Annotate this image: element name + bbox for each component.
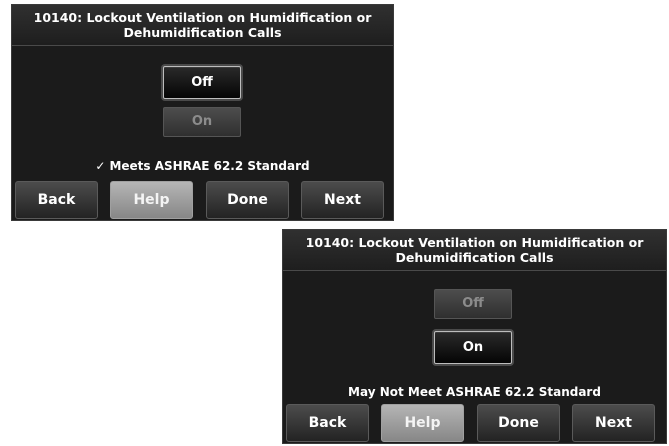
thermostat-screen-off-selected: 10140: Lockout Ventilation on Humidifica… — [11, 4, 394, 221]
off-option-button[interactable]: Off — [434, 289, 512, 319]
off-option-button[interactable]: Off — [163, 66, 241, 99]
title-line-2: Dehumidification Calls — [395, 250, 554, 265]
back-button[interactable]: Back — [286, 404, 369, 442]
ashrae-status-text: Meets ASHRAE 62.2 Standard — [109, 159, 310, 173]
screen-title: 10140: Lockout Ventilation on Humidifica… — [12, 5, 393, 46]
screen-title: 10140: Lockout Ventilation on Humidifica… — [283, 230, 666, 271]
navigation-bar: Back Help Done Next — [283, 404, 666, 442]
ashrae-status-text: May Not Meet ASHRAE 62.2 Standard — [348, 385, 601, 399]
ashrae-status: ✓ Meets ASHRAE 62.2 Standard — [12, 159, 393, 173]
ashrae-status: May Not Meet ASHRAE 62.2 Standard — [283, 385, 666, 399]
next-button[interactable]: Next — [572, 404, 655, 442]
title-line-2: Dehumidification Calls — [123, 25, 282, 40]
title-line-1: 10140: Lockout Ventilation on Humidifica… — [305, 235, 644, 250]
next-button[interactable]: Next — [301, 181, 384, 219]
on-option-button[interactable]: On — [163, 107, 241, 137]
back-button[interactable]: Back — [15, 181, 98, 219]
navigation-bar: Back Help Done Next — [12, 181, 393, 219]
thermostat-screen-on-selected: 10140: Lockout Ventilation on Humidifica… — [282, 229, 667, 444]
help-button[interactable]: Help — [381, 404, 464, 442]
help-button[interactable]: Help — [110, 181, 193, 219]
done-button[interactable]: Done — [206, 181, 289, 219]
checkmark-icon: ✓ — [95, 159, 106, 173]
title-line-1: 10140: Lockout Ventilation on Humidifica… — [33, 10, 372, 25]
on-option-button[interactable]: On — [434, 331, 512, 364]
done-button[interactable]: Done — [477, 404, 560, 442]
